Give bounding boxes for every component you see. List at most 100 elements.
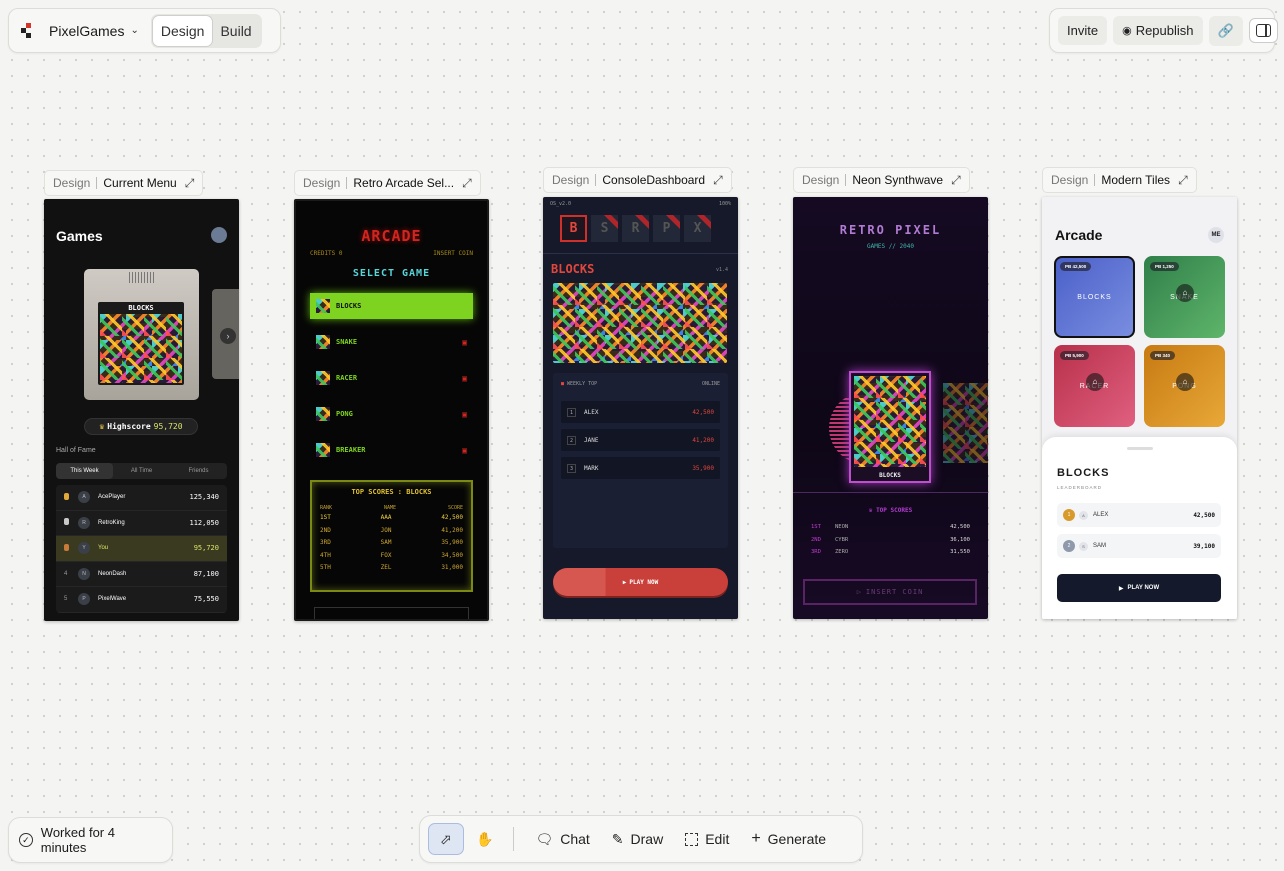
table-row[interactable]: 3 MARK 35,900 <box>561 457 720 479</box>
frame-label-current-menu[interactable]: Design Current Menu ⤢ <box>44 170 204 196</box>
game-item-blocks[interactable]: BLOCKS <box>310 293 473 319</box>
generate-button[interactable]: + Generate <box>742 824 835 854</box>
tile-blocks[interactable]: PB 42,500 BLOCKS <box>1054 256 1135 338</box>
expand-icon[interactable]: ⤢ <box>462 176 472 191</box>
table-row[interactable]: 2 S SAM 39,100 <box>1057 534 1221 558</box>
chat-button[interactable]: 🗨 Chat <box>526 825 598 854</box>
rank-badge: 1 <box>567 407 576 417</box>
hof-list: A AcePlayer 125,340 R RetroKing 112,050 Y You 95… <box>56 485 227 613</box>
tab-all-time[interactable]: All Time <box>113 463 170 479</box>
project-name[interactable]: PixelGames <box>49 23 124 39</box>
lock-icon: ▣ <box>462 373 467 383</box>
game-select-p[interactable]: P <box>653 215 680 242</box>
game-select-b[interactable]: B <box>560 215 587 242</box>
cartridge-card[interactable]: BLOCKS <box>849 371 931 483</box>
expand-icon[interactable]: ⤢ <box>951 173 961 188</box>
score-value: 31,000 <box>441 564 463 571</box>
lock-icon: ▣ <box>462 445 467 455</box>
game-select-s[interactable]: S <box>591 215 618 242</box>
toggle-panel-button[interactable] <box>1248 18 1278 43</box>
frame-name: Retro Arcade Sel... <box>353 176 455 190</box>
play-now-button[interactable]: ▶ PLAY NOW <box>553 568 728 596</box>
player-score: 87,100 <box>193 569 219 578</box>
tab-design[interactable]: Design <box>152 15 213 46</box>
table-row[interactable]: 5 P PixelWave 75,550 <box>56 587 227 613</box>
avatar[interactable] <box>211 227 227 243</box>
score-rank: 5TH <box>320 564 331 571</box>
tab-build[interactable]: Build <box>212 16 259 46</box>
table-row[interactable]: 1 A ALEX 42,500 <box>1057 503 1221 527</box>
edit-button[interactable]: Edit <box>676 825 738 853</box>
game-select-x[interactable]: X <box>684 215 711 242</box>
play-now-button[interactable]: ▶ PLAY NOW <box>1057 574 1221 602</box>
game-name: PONG <box>336 410 353 418</box>
republish-button[interactable]: ◉ Republish <box>1113 16 1203 45</box>
insert-coin-button[interactable]: ▷ INSERT COIN <box>803 579 977 605</box>
plus-icon: + <box>751 830 761 847</box>
project-switcher-bar: PixelGames ⌄ Design Build <box>8 8 281 53</box>
frame-retro-arcade[interactable]: ARCADE CREDITS 0 INSERT COIN SELECT GAME… <box>294 199 489 621</box>
arcade-title: ARCADE <box>361 227 422 245</box>
table-row[interactable]: 1 ALEX 42,500 <box>561 401 720 423</box>
expand-icon[interactable]: ⤢ <box>713 173 723 188</box>
score-rank: 4TH <box>320 551 331 559</box>
cartridge[interactable]: BLOCKS <box>84 269 199 400</box>
game-select-r[interactable]: R <box>622 215 649 242</box>
player-name: PixelWave <box>98 596 127 603</box>
top-scores-panel: TOP SCORES : BLOCKS RANK NAME SCORE 1ST AAA… <box>310 480 473 592</box>
chevron-down-icon[interactable]: ⌄ <box>130 25 138 36</box>
tab-friends[interactable]: Friends <box>170 463 227 479</box>
table-row[interactable]: A AcePlayer 125,340 <box>56 485 227 511</box>
sidebar-panel-icon <box>1255 24 1271 37</box>
tile-racer[interactable]: PB 5,900RACER⌂ <box>1054 345 1135 427</box>
player-name: ZERO <box>835 549 849 556</box>
frame-label-neon-synthwave[interactable]: Design Neon Synthwave ⤢ <box>793 167 970 193</box>
game-item-pong[interactable]: PONG ▣ <box>310 401 473 427</box>
player-score: 75,550 <box>193 595 219 604</box>
copy-link-button[interactable]: 🔗 <box>1208 15 1243 46</box>
game-artwork <box>553 283 727 363</box>
medal-icon <box>64 518 78 527</box>
rank-badge: 3 <box>567 463 576 473</box>
frame-name: Modern Tiles <box>1101 173 1171 187</box>
tile-pong[interactable]: PB 340PONG⌂ <box>1144 345 1225 427</box>
select-tool-button[interactable]: ⬀ <box>428 823 464 855</box>
player-name: JANE <box>584 436 599 444</box>
expand-icon[interactable]: ⤢ <box>1178 173 1188 188</box>
chevron-right-icon[interactable]: › <box>220 328 236 344</box>
game-item-racer[interactable]: RACER ▣ <box>310 365 473 391</box>
frame-label-modern-tiles[interactable]: Design Modern Tiles ⤢ <box>1042 167 1197 193</box>
pan-tool-button[interactable]: ✋ <box>468 825 501 854</box>
frame-neon-synthwave[interactable]: RETRO PIXEL GAMES // 2040 BLOCKS ♛ TOP S… <box>793 197 988 619</box>
frame-modern-tiles[interactable]: Arcade ME PB 42,500BLOCKSPB 1,250SNAKE⌂P… <box>1042 197 1237 619</box>
page-title: Games <box>56 228 103 244</box>
frame-console-dashboard[interactable]: OS_v2.0 100% B S R P X BLOCKS v1.4 ■ WEEKLY … <box>543 197 738 619</box>
table-row[interactable]: R RetroKing 112,050 <box>56 511 227 536</box>
game-thumbnail <box>316 335 330 349</box>
game-item-snake[interactable]: SNAKE ▣ <box>310 329 473 355</box>
trophy-icon: ♛ <box>868 507 873 514</box>
tab-this-week[interactable]: This Week <box>56 463 113 479</box>
game-letter: B <box>569 221 578 236</box>
table-row[interactable]: 4 N NeonDash 87,100 <box>56 562 227 587</box>
frame-current-menu[interactable]: Games BLOCKS › ♛ Highscore 95,720 Hall of … <box>44 199 239 621</box>
frame-label-console-dashboard[interactable]: Design ConsoleDashboard ⤢ <box>543 167 732 193</box>
table-row[interactable]: 2 JANE 41,200 <box>561 429 720 451</box>
invite-button[interactable]: Invite <box>1058 16 1108 45</box>
hof-tabs: This Week All Time Friends <box>56 463 227 479</box>
expand-icon[interactable]: ⤢ <box>185 176 195 191</box>
hall-of-fame-heading: Hall of Fame <box>56 447 96 454</box>
frame-label-design: Design <box>802 173 840 187</box>
frame-name: Neon Synthwave <box>852 173 944 187</box>
play-icon: ▶ <box>1118 585 1124 592</box>
tile-snake[interactable]: PB 1,250SNAKE⌂ <box>1144 256 1225 338</box>
table-row[interactable]: Y You 95,720 <box>56 536 227 562</box>
score-value: 34,500 <box>441 551 463 559</box>
draw-button[interactable]: ✎ Draw <box>603 825 672 854</box>
avatar[interactable]: ME <box>1208 227 1224 243</box>
game-item-breaker[interactable]: BREAKER ▣ <box>310 437 473 463</box>
sheet-handle[interactable] <box>1126 447 1153 450</box>
frame-label-retro-arcade[interactable]: Design Retro Arcade Sel... ⤢ <box>294 170 481 196</box>
globe-icon: ◉ <box>1122 25 1132 37</box>
game-thumbnail <box>316 299 330 313</box>
